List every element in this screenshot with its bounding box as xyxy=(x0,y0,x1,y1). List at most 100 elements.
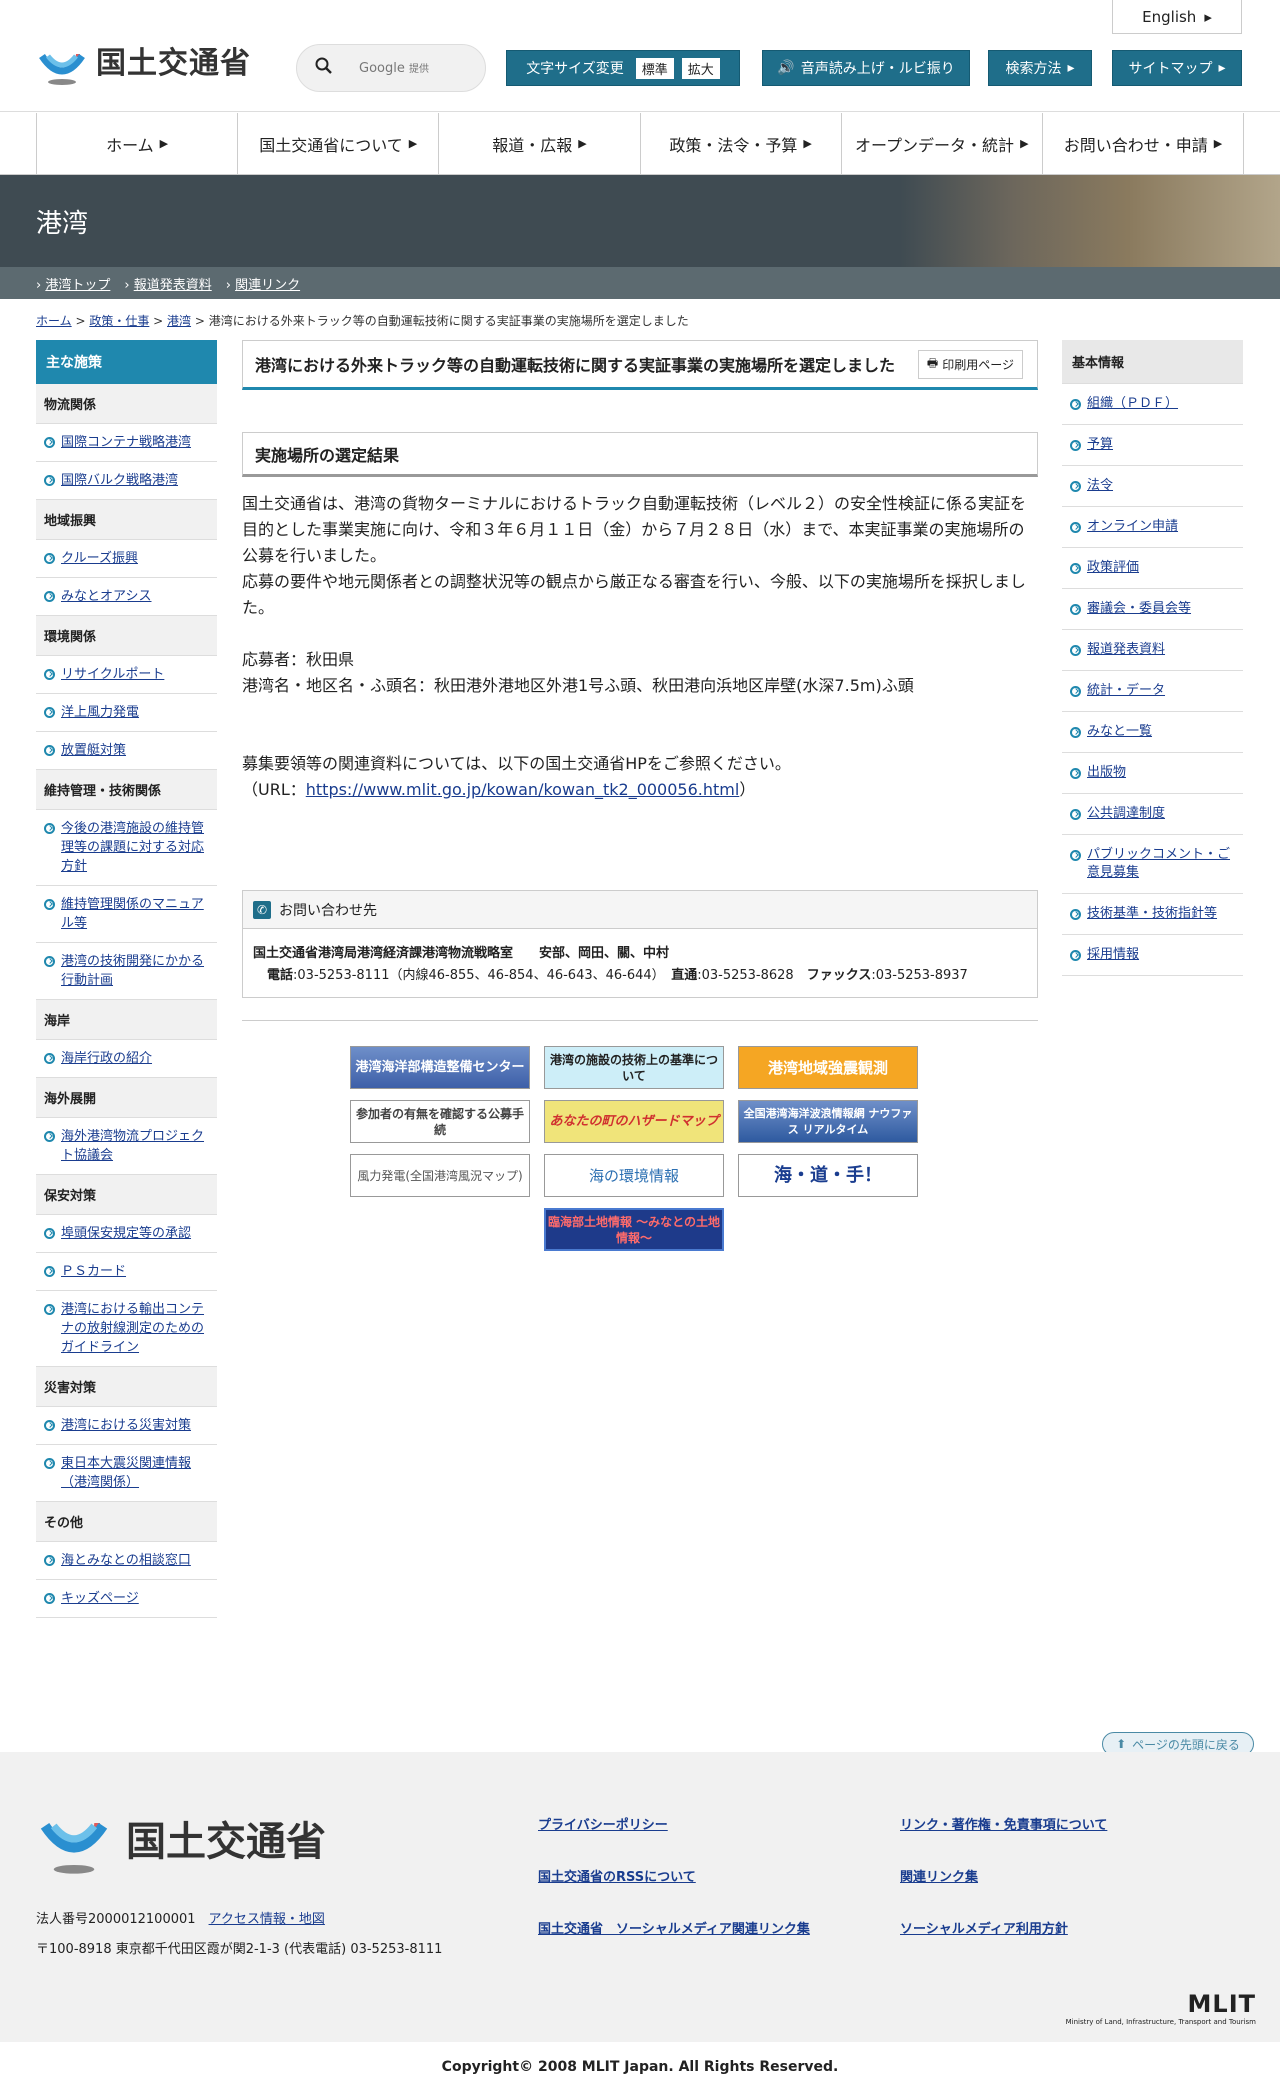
banner-link-procurement[interactable]: 参加者の有無を確認する公募手続 xyxy=(350,1100,530,1143)
basic-info-item[interactable]: オンライン申請 xyxy=(1062,507,1243,548)
basic-info-link[interactable]: 公共調達制度 xyxy=(1087,805,1165,823)
sidebar-item-link[interactable]: 放置艇対策 xyxy=(61,741,126,760)
basic-info-item[interactable]: 公共調達制度 xyxy=(1062,794,1243,835)
sidebar-item-link[interactable]: 埠頭保安規定等の承認 xyxy=(61,1224,191,1243)
basic-info-link[interactable]: 法令 xyxy=(1087,477,1113,495)
sidebar-item[interactable]: 海外港湾物流プロジェクト協議会 xyxy=(36,1118,217,1175)
basic-info-item[interactable]: 組織（ＰＤＦ） xyxy=(1062,384,1243,425)
sitemap-button[interactable]: サイトマップ ▸ xyxy=(1112,50,1242,86)
banner-link-nowphas[interactable]: 全国港湾海洋波浪情報網 ナウファス リアルタイム xyxy=(738,1100,918,1143)
banner-link-port-center[interactable]: 港湾海洋部構造整備センター xyxy=(350,1046,530,1089)
subnav-item-top[interactable]: › 港湾トップ xyxy=(36,274,110,293)
basic-info-item[interactable]: 統計・データ xyxy=(1062,671,1243,712)
basic-info-link[interactable]: 技術基準・技術指針等 xyxy=(1087,905,1217,923)
sidebar-item[interactable]: 港湾における災害対策 xyxy=(36,1407,217,1445)
banner-link-technical-standards[interactable]: 港湾の施設の技術上の基準について xyxy=(544,1046,724,1089)
print-button[interactable]: 🖶 印刷用ページ xyxy=(917,349,1023,379)
banner-link-coastal-land[interactable]: 臨海部土地情報 ～みなとの土地情報～ xyxy=(544,1208,724,1251)
sidebar-item-link[interactable]: 維持管理関係のマニュアル等 xyxy=(61,895,209,933)
nav-opendata[interactable]: オープンデータ・統計 ▶ xyxy=(840,113,1042,174)
search-box[interactable]: Google 提供 xyxy=(296,44,486,92)
sidebar-item-link[interactable]: 海岸行政の紹介 xyxy=(61,1049,152,1068)
sidebar-item-link[interactable]: 港湾における輸出コンテナの放射線測定のためのガイドライン xyxy=(61,1300,209,1357)
basic-info-item[interactable]: 出版物 xyxy=(1062,753,1243,794)
search-method-button[interactable]: 検索方法 ▸ xyxy=(988,50,1092,86)
sidebar-item[interactable]: 国際バルク戦略港湾 xyxy=(36,462,217,500)
basic-info-item[interactable]: 政策評価 xyxy=(1062,548,1243,589)
fontsize-large-button[interactable]: 拡大 xyxy=(681,57,720,79)
sidebar-item[interactable]: 維持管理関係のマニュアル等 xyxy=(36,886,217,943)
basic-info-link[interactable]: パブリックコメント・ご意見募集 xyxy=(1087,846,1235,882)
nav-press[interactable]: 報道・広報 ▶ xyxy=(438,113,639,174)
sidebar-item[interactable]: 海とみなとの相談窓口 xyxy=(36,1542,217,1580)
basic-info-item[interactable]: 技術基準・技術指針等 xyxy=(1062,894,1243,935)
speech-button[interactable]: 🔊 音声読み上げ・ルビ振り xyxy=(762,50,970,86)
banner-link-umi-michi-te[interactable]: 海・道・手！ xyxy=(738,1154,918,1197)
sidebar-item[interactable]: リサイクルポート xyxy=(36,656,217,694)
basic-info-link[interactable]: 出版物 xyxy=(1087,764,1126,782)
nav-contact[interactable]: お問い合わせ・申請 ▶ xyxy=(1041,113,1245,174)
banner-link-sea-environment[interactable]: 海の環境情報 xyxy=(544,1154,724,1197)
sidebar-item-link[interactable]: 港湾の技術開発にかかる行動計画 xyxy=(61,952,209,990)
basic-info-link[interactable]: 採用情報 xyxy=(1087,946,1139,964)
basic-info-item[interactable]: 審議会・委員会等 xyxy=(1062,589,1243,630)
sidebar-item[interactable]: クルーズ振興 xyxy=(36,540,217,578)
sidebar-item[interactable]: ＰＳカード xyxy=(36,1253,217,1291)
basic-info-link[interactable]: 組織（ＰＤＦ） xyxy=(1087,395,1178,413)
search-icon[interactable] xyxy=(315,57,333,79)
sidebar-item[interactable]: 海岸行政の紹介 xyxy=(36,1040,217,1078)
sidebar-item[interactable]: 港湾における輸出コンテナの放射線測定のためのガイドライン xyxy=(36,1291,217,1367)
copyright-link[interactable]: リンク・著作権・免責事項について xyxy=(900,1814,1107,1833)
sidebar-item[interactable]: 今後の港湾施設の維持管理等の課題に対する対応方針 xyxy=(36,810,217,886)
nav-home[interactable]: ホーム ▶ xyxy=(36,113,237,174)
sidebar-item-link[interactable]: 洋上風力発電 xyxy=(61,703,139,722)
social-media-policy-link[interactable]: ソーシャルメディア利用方針 xyxy=(900,1918,1068,1937)
basic-info-link[interactable]: 報道発表資料 xyxy=(1087,641,1165,659)
basic-info-link[interactable]: 審議会・委員会等 xyxy=(1087,600,1191,618)
banner-link-hazard-map[interactable]: あなたの町のハザードマップ xyxy=(544,1100,724,1143)
basic-info-link[interactable]: 統計・データ xyxy=(1087,682,1165,700)
breadcrumb-port[interactable]: 港湾 xyxy=(167,314,191,328)
sidebar-item-link[interactable]: 国際コンテナ戦略港湾 xyxy=(61,433,191,452)
sidebar-item[interactable]: 放置艇対策 xyxy=(36,732,217,770)
basic-info-item[interactable]: みなと一覧 xyxy=(1062,712,1243,753)
basic-info-link[interactable]: みなと一覧 xyxy=(1087,723,1152,741)
basic-info-link[interactable]: オンライン申請 xyxy=(1087,518,1178,536)
basic-info-item[interactable]: パブリックコメント・ご意見募集 xyxy=(1062,835,1243,894)
sidebar-item[interactable]: 東日本大震災関連情報（港湾関係） xyxy=(36,1445,217,1502)
sidebar-item[interactable]: 埠頭保安規定等の承認 xyxy=(36,1215,217,1253)
fontsize-standard-button[interactable]: 標準 xyxy=(635,57,674,79)
subnav-link[interactable]: 港湾トップ xyxy=(45,278,110,293)
basic-info-item[interactable]: 報道発表資料 xyxy=(1062,630,1243,671)
sidebar-item-link[interactable]: ＰＳカード xyxy=(61,1262,126,1281)
sidebar-item-link[interactable]: 国際バルク戦略港湾 xyxy=(61,471,178,490)
sidebar-item[interactable]: 洋上風力発電 xyxy=(36,694,217,732)
reference-url-link[interactable]: https://www.mlit.go.jp/kowan/kowan_tk2_0… xyxy=(306,780,740,799)
subnav-item-links[interactable]: › 関連リンク xyxy=(226,274,300,293)
basic-info-item[interactable]: 法令 xyxy=(1062,466,1243,507)
breadcrumb-home[interactable]: ホーム xyxy=(36,314,72,328)
privacy-policy-link[interactable]: プライバシーポリシー xyxy=(538,1814,668,1833)
sidebar-item-link[interactable]: クルーズ振興 xyxy=(61,549,138,568)
basic-info-item[interactable]: 採用情報 xyxy=(1062,935,1243,976)
sidebar-item[interactable]: 港湾の技術開発にかかる行動計画 xyxy=(36,943,217,1000)
footer-logo[interactable]: 国土交通省 xyxy=(36,1794,326,1882)
related-links-link[interactable]: 関連リンク集 xyxy=(900,1866,978,1885)
sidebar-item-link[interactable]: 港湾における災害対策 xyxy=(61,1416,191,1435)
sidebar-item-link[interactable]: 海外港湾物流プロジェクト協議会 xyxy=(61,1127,209,1165)
sidebar-item-link[interactable]: リサイクルポート xyxy=(61,665,164,684)
subnav-link[interactable]: 関連リンク xyxy=(235,278,300,293)
sidebar-item[interactable]: キッズページ xyxy=(36,1580,217,1618)
rss-link[interactable]: 国土交通省のRSSについて xyxy=(538,1866,696,1885)
banner-link-wind-map[interactable]: 風力発電(全国港湾風況マップ) xyxy=(350,1154,530,1197)
basic-info-item[interactable]: 予算 xyxy=(1062,425,1243,466)
sidebar-item[interactable]: みなとオアシス xyxy=(36,578,217,616)
access-link[interactable]: アクセス情報・地図 xyxy=(209,1912,325,1927)
basic-info-link[interactable]: 予算 xyxy=(1087,436,1113,454)
subnav-item-press[interactable]: › 報道発表資料 xyxy=(124,274,211,293)
basic-info-link[interactable]: 政策評価 xyxy=(1087,559,1139,577)
nav-policy[interactable]: 政策・法令・予算 ▶ xyxy=(639,113,841,174)
english-link[interactable]: English ▸ xyxy=(1112,0,1242,34)
sidebar-item-link[interactable]: 海とみなとの相談窓口 xyxy=(61,1551,191,1570)
sidebar-item-link[interactable]: 今後の港湾施設の維持管理等の課題に対する対応方針 xyxy=(61,819,209,876)
